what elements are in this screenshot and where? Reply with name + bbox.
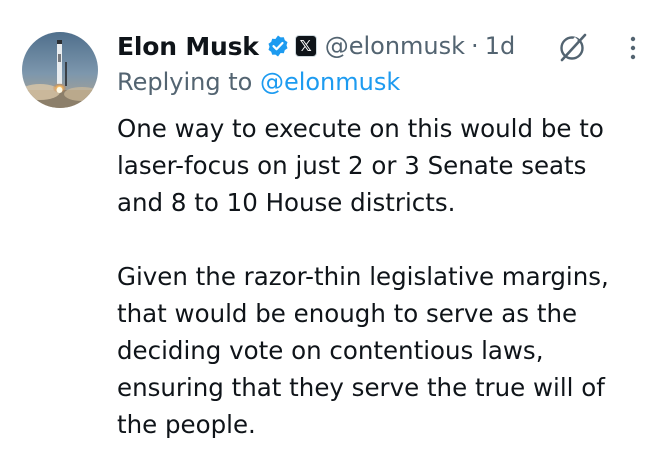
tweet-line: One way to execute on this would be to bbox=[117, 114, 604, 143]
tweet-line: the people. bbox=[117, 410, 256, 439]
avatar[interactable] bbox=[22, 32, 98, 108]
tweet-line: deciding vote on contentious laws, bbox=[117, 336, 544, 365]
tweet-line: Given the razor-thin legislative margins… bbox=[117, 262, 609, 291]
tweet-line: laser-focus on just 2 or 3 Senate seats bbox=[117, 151, 587, 180]
tweet-line: and 8 to 10 House districts. bbox=[117, 188, 456, 217]
x-affiliation-badge-icon: 𝕏 bbox=[294, 35, 317, 57]
tweet-header: Elon Musk 𝕏 @elonmusk · 1d bbox=[117, 28, 515, 64]
tweet-line: that would be enough to serve as the bbox=[117, 299, 578, 328]
author-name[interactable]: Elon Musk bbox=[117, 32, 259, 61]
separator-dot: · bbox=[471, 32, 479, 60]
author-handle[interactable]: @elonmusk bbox=[325, 32, 465, 60]
verified-badge-icon[interactable] bbox=[266, 34, 290, 58]
tweet-line: ensuring that they serve the true will o… bbox=[117, 373, 605, 402]
replying-to-label: Replying to bbox=[117, 68, 260, 96]
rocket-launch-image bbox=[22, 32, 98, 108]
tweet-paragraph-1: One way to execute on this would be to l… bbox=[117, 110, 657, 221]
replying-to: Replying to @elonmusk bbox=[117, 68, 400, 96]
tweet-paragraph-2: Given the razor-thin legislative margins… bbox=[117, 258, 657, 443]
tweet-text: One way to execute on this would be to l… bbox=[117, 110, 657, 443]
tweet[interactable]: Elon Musk 𝕏 @elonmusk · 1d Replying to @… bbox=[0, 0, 672, 452]
tweet-timestamp[interactable]: 1d bbox=[485, 32, 516, 60]
grok-icon[interactable] bbox=[556, 30, 590, 64]
more-options-icon[interactable] bbox=[624, 33, 642, 63]
replying-to-mention-link[interactable]: @elonmusk bbox=[260, 68, 400, 96]
